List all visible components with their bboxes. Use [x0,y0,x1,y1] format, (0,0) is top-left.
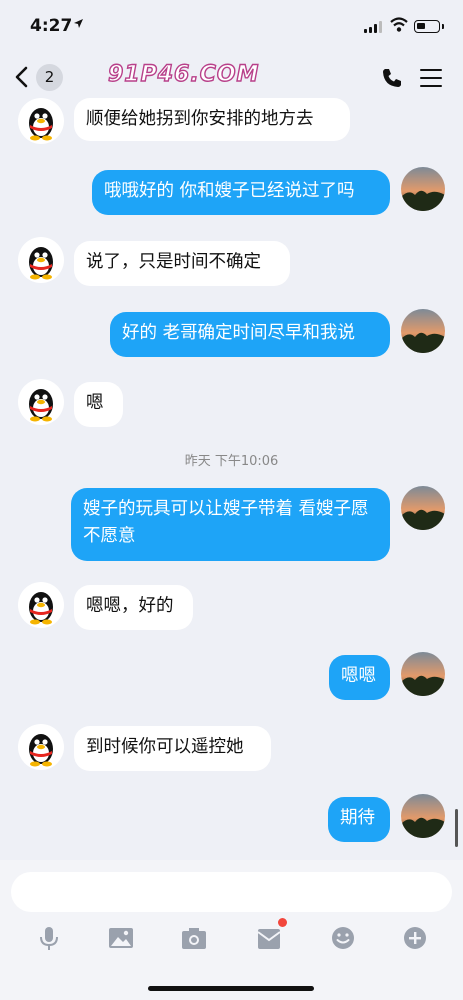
camera-icon [182,928,206,949]
cellular-signal-icon [364,21,384,33]
status-bar: 4:27 [0,0,463,52]
phone-call-button[interactable] [380,66,404,90]
input-area [0,860,463,1000]
message-bubble-incoming[interactable]: 嗯嗯，好的 [74,585,193,630]
status-time: 4:27 [30,16,73,36]
message-bubble-outgoing[interactable]: 好的 老哥确定时间尽早和我说 [110,312,390,357]
emoji-button[interactable] [329,924,357,952]
qq-penguin-icon [29,108,53,141]
notification-dot [278,918,287,927]
unread-count-badge: 2 [36,64,63,91]
voice-button[interactable] [35,924,63,952]
my-avatar[interactable] [401,167,445,211]
message-bubble-incoming[interactable]: 嗯 [74,382,123,427]
sunset-photo-icon [401,486,445,530]
my-avatar[interactable] [401,794,445,838]
my-avatar[interactable] [401,652,445,696]
battery-tip [442,24,444,29]
message-input[interactable] [11,872,452,912]
message-bubble-outgoing[interactable]: 嫂子的玩具可以让嫂子带着 看嫂子愿不愿意 [71,488,390,561]
back-button[interactable]: 2 [14,64,64,94]
message-bubble-outgoing[interactable]: 哦哦好的 你和嫂子已经说过了吗 [92,170,390,215]
camera-button[interactable] [180,924,208,952]
chat-header: 2 91P46.COM [0,52,463,104]
location-arrow-icon [73,18,84,32]
my-avatar[interactable] [401,486,445,530]
phone-icon [383,69,401,87]
wifi-icon [390,17,408,33]
sunset-photo-icon [401,794,445,838]
emoji-icon [332,927,354,949]
message-list[interactable]: 顺便给她拐到你安排的地方去 哦哦好的 你和嫂子已经说过了吗 说了，只是时间不确定… [0,98,463,860]
watermark-text: 91P46.COM [107,61,260,87]
my-avatar[interactable] [401,309,445,353]
qq-penguin-icon [29,734,53,767]
message-timestamp: 昨天 下午10:06 [184,454,279,469]
microphone-icon [40,927,58,950]
red-packet-icon [257,929,281,949]
photo-button[interactable] [107,924,135,952]
qq-penguin-icon [29,389,53,422]
message-bubble-outgoing[interactable]: 嗯嗯 [329,655,390,700]
message-bubble-incoming[interactable]: 顺便给她拐到你安排的地方去 [74,98,350,141]
contact-avatar[interactable] [18,379,64,425]
sunset-photo-icon [401,652,445,696]
home-indicator[interactable] [148,986,314,991]
sunset-photo-icon [401,167,445,211]
chevron-left-icon [14,66,30,88]
battery-icon [414,20,440,33]
contact-avatar[interactable] [18,582,64,628]
qq-penguin-icon [29,247,53,280]
sunset-photo-icon [401,309,445,353]
image-icon [109,928,133,948]
menu-button[interactable] [420,69,442,88]
contact-avatar[interactable] [18,98,64,144]
more-button[interactable] [401,924,429,952]
scrollbar[interactable] [455,809,458,847]
contact-avatar[interactable] [18,237,64,283]
message-bubble-outgoing[interactable]: 期待 [328,797,390,842]
contact-avatar[interactable] [18,724,64,770]
red-packet-button[interactable] [255,924,283,952]
message-bubble-incoming[interactable]: 到时候你可以遥控她 [74,726,271,771]
plus-icon [404,927,426,949]
message-bubble-incoming[interactable]: 说了，只是时间不确定 [74,241,290,286]
qq-penguin-icon [29,592,53,625]
